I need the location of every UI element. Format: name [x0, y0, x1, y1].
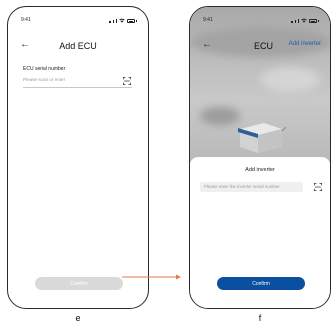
inverter-serial-input[interactable]: Please enter the inverter serial number	[200, 182, 303, 192]
ecu-serial-label: ECU serial number	[23, 66, 66, 72]
caption-f: f	[258, 313, 262, 323]
battery-icon	[309, 19, 317, 23]
caption-e: e	[75, 313, 81, 323]
phone-screen-add-ecu: 9:41 ← Add ECU ECU serial number Please …	[7, 6, 149, 309]
ecu-device-image	[238, 123, 286, 153]
status-time: 9:41	[21, 17, 31, 23]
status-bar: 9:41	[8, 17, 148, 25]
input-underline	[23, 87, 132, 88]
page-title: Add ECU	[59, 41, 97, 51]
scan-icon[interactable]	[123, 77, 131, 85]
status-time: 9:41	[203, 17, 213, 23]
sheet-title: Add inverter	[245, 167, 275, 173]
wifi-icon	[301, 18, 307, 23]
confirm-button[interactable]: Confirm	[217, 277, 305, 290]
status-icons	[109, 17, 137, 23]
scan-icon[interactable]	[314, 183, 322, 191]
status-icons	[291, 17, 319, 23]
ecu-serial-input[interactable]: Please scan or enter	[23, 77, 65, 82]
confirm-button[interactable]: Confirm	[35, 277, 123, 290]
wifi-icon	[119, 18, 125, 23]
device-photo-background	[190, 7, 330, 162]
status-bar: 9:41	[190, 17, 330, 25]
battery-icon	[127, 19, 135, 23]
page-title: ECU	[254, 41, 274, 51]
add-inverter-link[interactable]: Add inverter	[289, 41, 321, 47]
phone-screen-ecu-add-inverter: 9:41 ← ECU Add inverter Add inverter Ple…	[189, 6, 331, 309]
back-arrow-icon[interactable]: ←	[202, 40, 212, 50]
